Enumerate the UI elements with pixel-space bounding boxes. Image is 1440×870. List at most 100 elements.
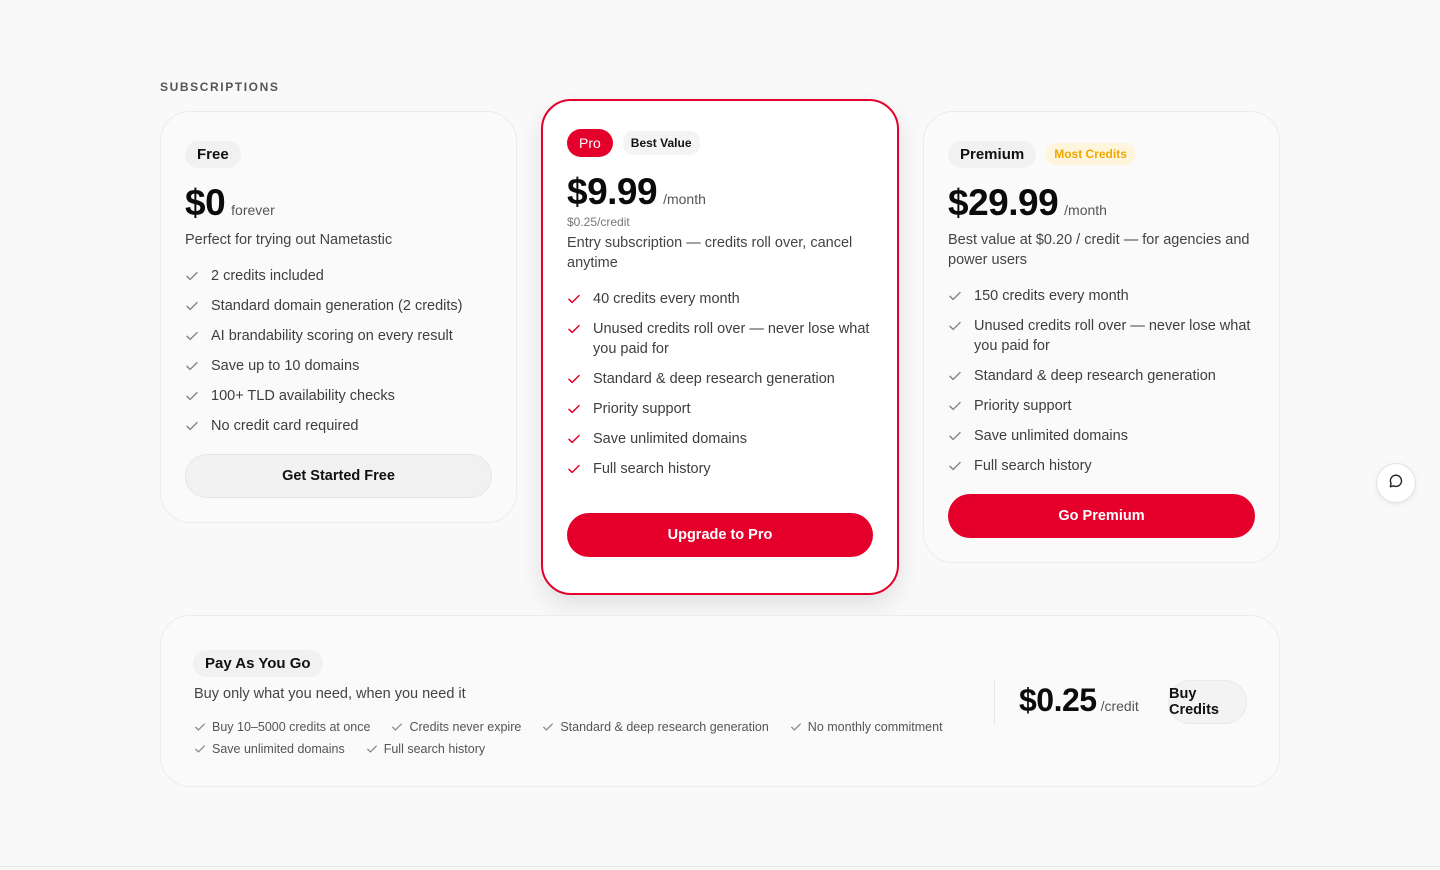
buy-credits-button[interactable]: Buy Credits xyxy=(1168,680,1247,724)
footer-divider xyxy=(0,866,1440,867)
chat-bubble-icon xyxy=(1388,473,1404,494)
chat-button[interactable] xyxy=(1376,463,1416,503)
check-icon xyxy=(567,462,581,476)
feature-item: Save unlimited domains xyxy=(948,426,1255,446)
feature-text: 2 credits included xyxy=(211,268,324,284)
plan-price: $0 xyxy=(185,182,226,223)
check-icon xyxy=(366,743,378,755)
check-icon xyxy=(948,399,962,413)
feature-text: Standard & deep research generation xyxy=(560,720,769,734)
plan-description: Entry subscription — credits roll over, … xyxy=(567,235,853,271)
feature-item: Priority support xyxy=(948,396,1255,416)
best-value-badge: Best Value xyxy=(622,131,700,155)
check-icon xyxy=(948,319,962,333)
plan-price: $0.25 xyxy=(1019,682,1097,718)
feature-text: 100+ TLD availability checks xyxy=(211,388,395,404)
feature-text: No monthly commitment xyxy=(807,720,943,734)
check-icon xyxy=(185,269,199,283)
plan-card-pro: Pro Best Value $9.99 /month $0.25/credit… xyxy=(541,99,899,595)
check-icon xyxy=(185,329,199,343)
feature-list: 40 credits every month Unused credits rol… xyxy=(567,289,873,479)
feature-item: Save unlimited domains xyxy=(567,429,873,449)
plan-period: forever xyxy=(231,202,275,218)
check-icon xyxy=(948,369,962,383)
feature-text: Save unlimited domains xyxy=(593,431,747,447)
feature-item: Full search history xyxy=(366,738,485,760)
feature-list: 2 credits included Standard domain genera… xyxy=(185,266,492,436)
check-icon xyxy=(391,721,403,733)
upgrade-to-pro-button[interactable]: Upgrade to Pro xyxy=(567,513,873,557)
feature-item: Standard & deep research generation xyxy=(542,716,769,738)
feature-item: Unused credits roll over — never lose wh… xyxy=(948,316,1255,356)
check-icon xyxy=(185,359,199,373)
check-icon xyxy=(567,372,581,386)
plan-period: /month xyxy=(1064,202,1107,218)
plan-description: Perfect for trying out Nametastic xyxy=(185,232,393,248)
feature-text: Unused credits roll over — never lose wh… xyxy=(974,318,1251,354)
check-icon xyxy=(948,289,962,303)
check-icon xyxy=(567,402,581,416)
feature-item: 2 credits included xyxy=(185,266,492,286)
feature-text: Standard & deep research generation xyxy=(974,368,1216,384)
feature-text: 40 credits every month xyxy=(593,291,740,307)
feature-text: Full search history xyxy=(593,461,711,477)
divider xyxy=(994,681,995,725)
feature-item: Standard domain generation (2 credits) xyxy=(185,296,492,316)
feature-text: Save unlimited domains xyxy=(212,742,345,756)
feature-text: No credit card required xyxy=(211,418,359,434)
feature-text: Standard & deep research generation xyxy=(593,371,835,387)
check-icon xyxy=(185,419,199,433)
plan-description: Best value at $0.20 / credit — for agenc… xyxy=(948,232,1250,268)
check-icon xyxy=(194,743,206,755)
check-icon xyxy=(567,292,581,306)
feature-text: Priority support xyxy=(593,401,691,417)
feature-text: Save up to 10 domains xyxy=(211,358,360,374)
payg-price: $0.25 /credit xyxy=(1019,682,1139,719)
plan-price: $29.99 xyxy=(948,182,1059,223)
price-unit: /credit xyxy=(1100,698,1139,714)
feature-text: 150 credits every month xyxy=(974,288,1129,304)
feature-item: Save up to 10 domains xyxy=(185,356,492,376)
plan-name: Pay As You Go xyxy=(193,650,323,677)
get-started-free-button[interactable]: Get Started Free xyxy=(185,454,492,498)
feature-item: 40 credits every month xyxy=(567,289,873,309)
plan-price: $9.99 xyxy=(567,171,658,212)
pricing-page: SUBSCRIPTIONS Free $0 forever Perfect fo… xyxy=(0,0,1440,870)
go-premium-button[interactable]: Go Premium xyxy=(948,494,1255,538)
section-label: SUBSCRIPTIONS xyxy=(160,80,280,94)
check-icon xyxy=(542,721,554,733)
pay-as-you-go-card: Pay As You Go Buy only what you need, wh… xyxy=(160,615,1280,787)
feature-text: AI brandability scoring on every result xyxy=(211,328,453,344)
check-icon xyxy=(948,429,962,443)
feature-item: Standard & deep research generation xyxy=(567,369,873,389)
feature-item: 100+ TLD availability checks xyxy=(185,386,492,406)
feature-item: Full search history xyxy=(948,456,1255,476)
feature-item: Standard & deep research generation xyxy=(948,366,1255,386)
plan-name: Free xyxy=(185,140,241,168)
feature-text: Full search history xyxy=(974,458,1092,474)
feature-text: Full search history xyxy=(383,742,486,756)
feature-item: No monthly commitment xyxy=(790,716,943,738)
feature-item: AI brandability scoring on every result xyxy=(185,326,492,346)
check-icon xyxy=(948,459,962,473)
feature-text: Save unlimited domains xyxy=(974,428,1128,444)
check-icon xyxy=(185,389,199,403)
feature-text: Unused credits roll over — never lose wh… xyxy=(593,321,870,357)
feature-text: Credits never expire xyxy=(409,720,522,734)
feature-item: Unused credits roll over — never lose wh… xyxy=(567,319,873,359)
feature-item: No credit card required xyxy=(185,416,492,436)
feature-item: Save unlimited domains xyxy=(194,738,345,760)
check-icon xyxy=(790,721,802,733)
plan-name: Premium xyxy=(948,140,1037,168)
check-icon xyxy=(567,432,581,446)
feature-list: Buy 10–5000 credits at once Credits never… xyxy=(194,716,974,760)
check-icon xyxy=(194,721,206,733)
feature-text: Priority support xyxy=(974,398,1072,414)
plan-card-premium: Premium Most Credits $29.99 /month Best … xyxy=(923,111,1280,563)
most-credits-badge: Most Credits xyxy=(1046,143,1135,165)
plan-period: /month xyxy=(663,191,706,207)
check-icon xyxy=(567,322,581,336)
check-icon xyxy=(185,299,199,313)
feature-text: Standard domain generation (2 credits) xyxy=(211,298,463,314)
feature-item: 150 credits every month xyxy=(948,286,1255,306)
